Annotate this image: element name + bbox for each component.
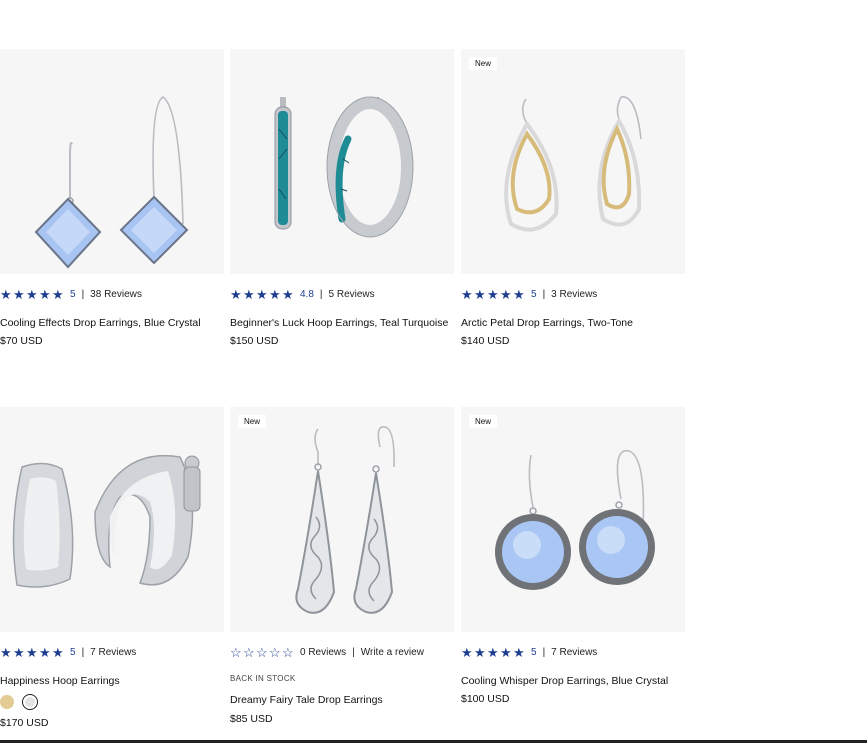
earring-image [504,96,642,232]
rating[interactable]: ★ ★ ★ ★ ★ 5 | 7 Reviews [0,645,136,659]
product-grid: ★ ★ ★ ★ ★ 5 | 38 Reviews Cooling Effects Dro… [0,0,867,743]
product-image[interactable]: New [461,49,685,274]
separator: | [542,288,546,300]
product-image[interactable] [0,407,224,632]
new-badge: New [238,415,267,428]
product-name[interactable]: Beginner's Luck Hoop Earrings, Teal Turq… [230,317,448,329]
earring-image [495,450,655,590]
star-icon: ★ [282,286,294,302]
product-image[interactable] [0,49,224,274]
product-price: $150 USD [230,335,279,347]
product-name[interactable]: Happiness Hoop Earrings [0,675,120,687]
review-count-link[interactable]: 5 Reviews [329,289,375,300]
back-in-stock-tag: BACK IN STOCK [230,674,296,683]
star-rating-icons: ★ ★ ★ ★ ★ [0,646,65,659]
star-icon: ★ [487,286,499,302]
review-count-link[interactable]: 7 Reviews [90,647,136,658]
star-icon: ★ [256,286,268,302]
star-rating-icons: ★ ★ ★ ★ ★ [0,288,65,301]
rating-value: 5 [531,646,537,658]
star-icon: ★ [487,644,499,660]
product-image[interactable] [230,49,454,274]
star-rating-icons: ★ ★ ★ ★ ★ [461,646,526,659]
separator: | [81,646,85,658]
product-card[interactable]: New ★ ★ ★ ★ ★ 5 | 7 Reviews Cooling Whisp [461,407,685,705]
star-icon: ★ [52,286,64,302]
product-name[interactable]: Cooling Effects Drop Earrings, Blue Crys… [0,317,201,329]
star-icon: ★ [500,644,512,660]
earring-image [12,455,201,588]
rating-value: 5 [531,288,537,300]
rating-value: 4.8 [300,288,314,300]
star-icon: ★ [52,644,64,660]
rating[interactable]: ★ ★ ★ ★ ★ 5 | 7 Reviews [461,645,597,659]
swatch-silver[interactable] [22,694,38,710]
star-icon: ★ [243,286,255,302]
earring-image [274,96,414,238]
product-name[interactable]: Arctic Petal Drop Earrings, Two-Tone [461,317,633,329]
empty-star-icon: ☆ [243,644,255,660]
star-icon: ★ [26,286,38,302]
product-card[interactable]: New ★ ★ ★ ★ ★ 5 | 3 Reviews Arctic Petal Dro… [461,49,685,347]
star-icon: ★ [513,644,525,660]
review-count-link[interactable]: 38 Reviews [90,289,142,300]
rating-value: 5 [70,646,76,658]
earring-image [295,426,395,614]
product-price: $140 USD [461,335,510,347]
product-card[interactable]: New ☆ ☆ ☆ ☆ ☆ 0 Reviews | Write a review BAC… [230,407,454,725]
star-icon: ★ [0,286,12,302]
star-icon: ★ [13,644,25,660]
review-count-link[interactable]: 7 Reviews [551,647,597,658]
empty-star-icon: ☆ [282,644,294,660]
product-price: $170 USD [0,717,49,729]
star-rating-icons: ☆ ☆ ☆ ☆ ☆ [230,646,295,659]
separator: | [319,288,323,300]
product-name[interactable]: Cooling Whisper Drop Earrings, Blue Crys… [461,675,668,687]
star-icon: ★ [39,644,51,660]
new-badge: New [469,415,498,428]
star-icon: ★ [461,644,473,660]
review-count-link[interactable]: 0 Reviews [300,647,346,658]
star-icon: ★ [26,644,38,660]
star-icon: ★ [500,286,512,302]
empty-star-icon: ☆ [269,644,281,660]
product-card[interactable]: ★ ★ ★ ★ ★ 5 | 38 Reviews Cooling Effects Dro… [0,49,224,347]
empty-star-icon: ☆ [256,644,268,660]
separator: | [81,288,85,300]
rating[interactable]: ★ ★ ★ ★ ★ 4.8 | 5 Reviews [230,287,375,301]
star-icon: ★ [230,286,242,302]
star-icon: ★ [13,286,25,302]
product-name[interactable]: Dreamy Fairy Tale Drop Earrings [230,694,383,706]
product-image[interactable]: New [230,407,454,632]
new-badge: New [469,57,498,70]
write-review-link[interactable]: Write a review [361,647,424,658]
product-image[interactable]: New [461,407,685,632]
star-icon: ★ [474,644,486,660]
earring-image [34,96,189,269]
product-price: $70 USD [0,335,43,347]
empty-star-icon: ☆ [230,644,242,660]
star-icon: ★ [474,286,486,302]
rating[interactable]: ★ ★ ★ ★ ★ 5 | 38 Reviews [0,287,142,301]
rating-value: 5 [70,288,76,300]
review-count-link[interactable]: 3 Reviews [551,289,597,300]
star-icon: ★ [461,286,473,302]
rating[interactable]: ☆ ☆ ☆ ☆ ☆ 0 Reviews | Write a review [230,645,424,659]
product-card[interactable]: ★ ★ ★ ★ ★ 4.8 | 5 Reviews Beginner's Luck Ho… [230,49,454,347]
separator: | [542,646,546,658]
star-icon: ★ [0,644,12,660]
star-rating-icons: ★ ★ ★ ★ ★ [230,288,295,301]
separator: | [352,646,355,658]
product-card[interactable]: ★ ★ ★ ★ ★ 5 | 7 Reviews Happiness Hoop Earri… [0,407,224,729]
product-price: $85 USD [230,713,273,725]
product-price: $100 USD [461,693,510,705]
rating[interactable]: ★ ★ ★ ★ ★ 5 | 3 Reviews [461,287,597,301]
star-rating-icons: ★ ★ ★ ★ ★ [461,288,526,301]
star-icon: ★ [39,286,51,302]
swatch-gold[interactable] [0,695,14,709]
star-icon: ★ [513,286,525,302]
star-icon: ★ [269,286,281,302]
color-swatches [0,694,38,710]
